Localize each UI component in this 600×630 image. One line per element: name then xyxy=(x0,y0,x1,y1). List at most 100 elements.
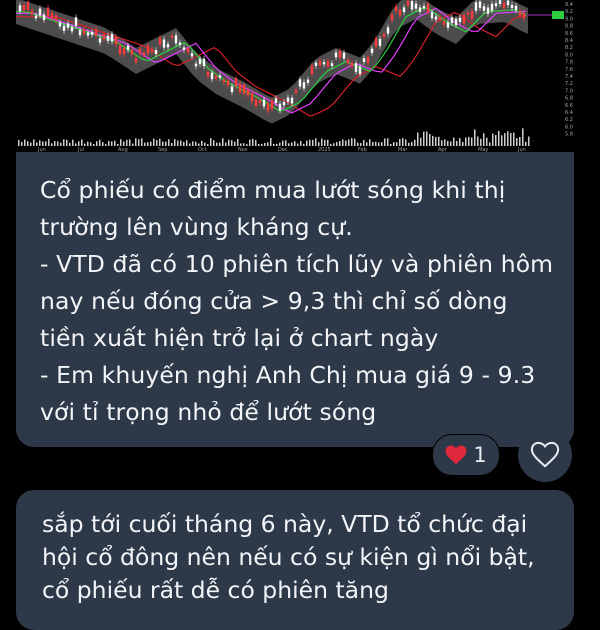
volume-bar xyxy=(24,139,26,146)
candle xyxy=(510,5,514,9)
candle xyxy=(314,62,318,66)
candle xyxy=(242,84,246,94)
y-tick-label: 8.0 xyxy=(565,52,573,58)
volume-bar xyxy=(42,141,44,146)
candle xyxy=(262,99,266,107)
y-tick-label: 8.8 xyxy=(565,24,573,30)
candle xyxy=(174,35,178,44)
candle xyxy=(218,75,222,78)
volume-bar xyxy=(159,138,161,146)
volume-bar xyxy=(375,141,377,146)
volume-bar xyxy=(438,136,440,146)
volume-bar xyxy=(507,131,509,146)
candle xyxy=(122,47,126,55)
volume-bar xyxy=(126,139,128,146)
volume-bar xyxy=(48,138,50,146)
y-tick-label: 7.6 xyxy=(565,67,573,73)
candle xyxy=(102,34,106,40)
candle xyxy=(126,45,130,50)
volume-bar xyxy=(282,140,284,146)
candle xyxy=(438,16,442,21)
volume-bar xyxy=(456,140,458,146)
x-tick-label: Feb xyxy=(358,147,367,152)
volume-bar xyxy=(174,139,176,146)
volume-bar xyxy=(291,142,293,146)
volume-bar xyxy=(261,143,263,146)
candle xyxy=(478,1,482,8)
volume-bar xyxy=(393,142,395,146)
heart-outline-icon xyxy=(530,441,560,468)
volume-bar xyxy=(114,140,116,146)
volume-bar xyxy=(186,140,188,146)
candle xyxy=(302,82,306,89)
candle xyxy=(170,35,174,38)
candle xyxy=(362,58,366,62)
volume-bar xyxy=(69,142,71,146)
volume-bar xyxy=(153,138,155,146)
candle xyxy=(222,79,226,83)
volume-bar xyxy=(369,139,371,146)
volume-bar xyxy=(18,139,20,146)
volume-bar xyxy=(489,142,491,146)
candle xyxy=(182,47,186,50)
volume-bar xyxy=(33,139,35,146)
x-tick-label: Apr xyxy=(438,147,448,152)
volume-bar xyxy=(51,143,53,146)
candle xyxy=(274,98,278,104)
volume-bar xyxy=(117,143,119,146)
volume-bar xyxy=(201,140,203,146)
reaction-chip[interactable]: 1 xyxy=(432,434,500,476)
volume-bar xyxy=(207,143,209,146)
message-bubble[interactable]: 9.4 9.2 9.0 8.8 8.6 8.4 8.2 8.0 7.8 7.6 7.4 7.2 7.0 6… xyxy=(16,0,574,447)
candle xyxy=(134,58,138,63)
candle xyxy=(106,35,110,41)
volume-bar xyxy=(402,138,404,146)
candle xyxy=(346,59,350,64)
y-tick-label: 7.8 xyxy=(565,60,573,66)
candle xyxy=(378,38,382,46)
volume-bar xyxy=(504,133,506,146)
volume-bar xyxy=(462,141,464,146)
volume-bar xyxy=(429,133,431,146)
candle xyxy=(350,62,354,67)
candle xyxy=(426,3,430,13)
volume-bar xyxy=(423,131,425,146)
volume-bar xyxy=(216,142,218,146)
volume-bar xyxy=(405,139,407,146)
candle xyxy=(470,11,474,19)
volume-bar xyxy=(78,141,80,146)
candle xyxy=(130,49,134,55)
volume-bar xyxy=(144,142,146,146)
volume-bar xyxy=(486,137,488,146)
y-tick-label: 9.2 xyxy=(565,9,573,15)
chat-view: 9.4 9.2 9.0 8.8 8.6 8.4 8.2 8.0 7.8 7.6 7.4 7.2 7.0 6… xyxy=(0,0,600,630)
add-reaction-button[interactable] xyxy=(518,428,572,482)
volume-bar xyxy=(219,142,221,146)
candle xyxy=(482,6,486,11)
candle xyxy=(58,22,62,27)
y-tick-label: 9.0 xyxy=(565,16,573,22)
volume-bar xyxy=(315,138,317,146)
volume-bar xyxy=(162,141,164,146)
message-bubble-2[interactable]: sắp tới cuối tháng 6 này, VTD tổ chức đạ… xyxy=(16,490,574,630)
volume-bar xyxy=(357,142,359,146)
volume-bar xyxy=(303,143,305,146)
volume-bar xyxy=(366,142,368,146)
volume-bar xyxy=(132,143,134,146)
volume-bar xyxy=(522,128,524,146)
chart-image[interactable]: 9.4 9.2 9.0 8.8 8.6 8.4 8.2 8.0 7.8 7.6 7.4 7.2 7.0 6… xyxy=(16,0,574,152)
candle xyxy=(50,13,54,19)
candle xyxy=(146,45,150,54)
volume-bar xyxy=(387,138,389,146)
volume-bar xyxy=(492,133,494,146)
volume-bar xyxy=(123,141,125,146)
volume-bar xyxy=(447,140,449,146)
volume-bar xyxy=(96,141,98,146)
volume-bar xyxy=(135,138,137,146)
x-tick-label: Jun xyxy=(517,147,526,152)
volume-bar xyxy=(273,143,275,146)
message-text-2: sắp tới cuối tháng 6 này, VTD tổ chức đạ… xyxy=(42,510,543,604)
candle xyxy=(486,7,490,14)
candle xyxy=(370,48,374,54)
volume-bar xyxy=(471,137,473,146)
